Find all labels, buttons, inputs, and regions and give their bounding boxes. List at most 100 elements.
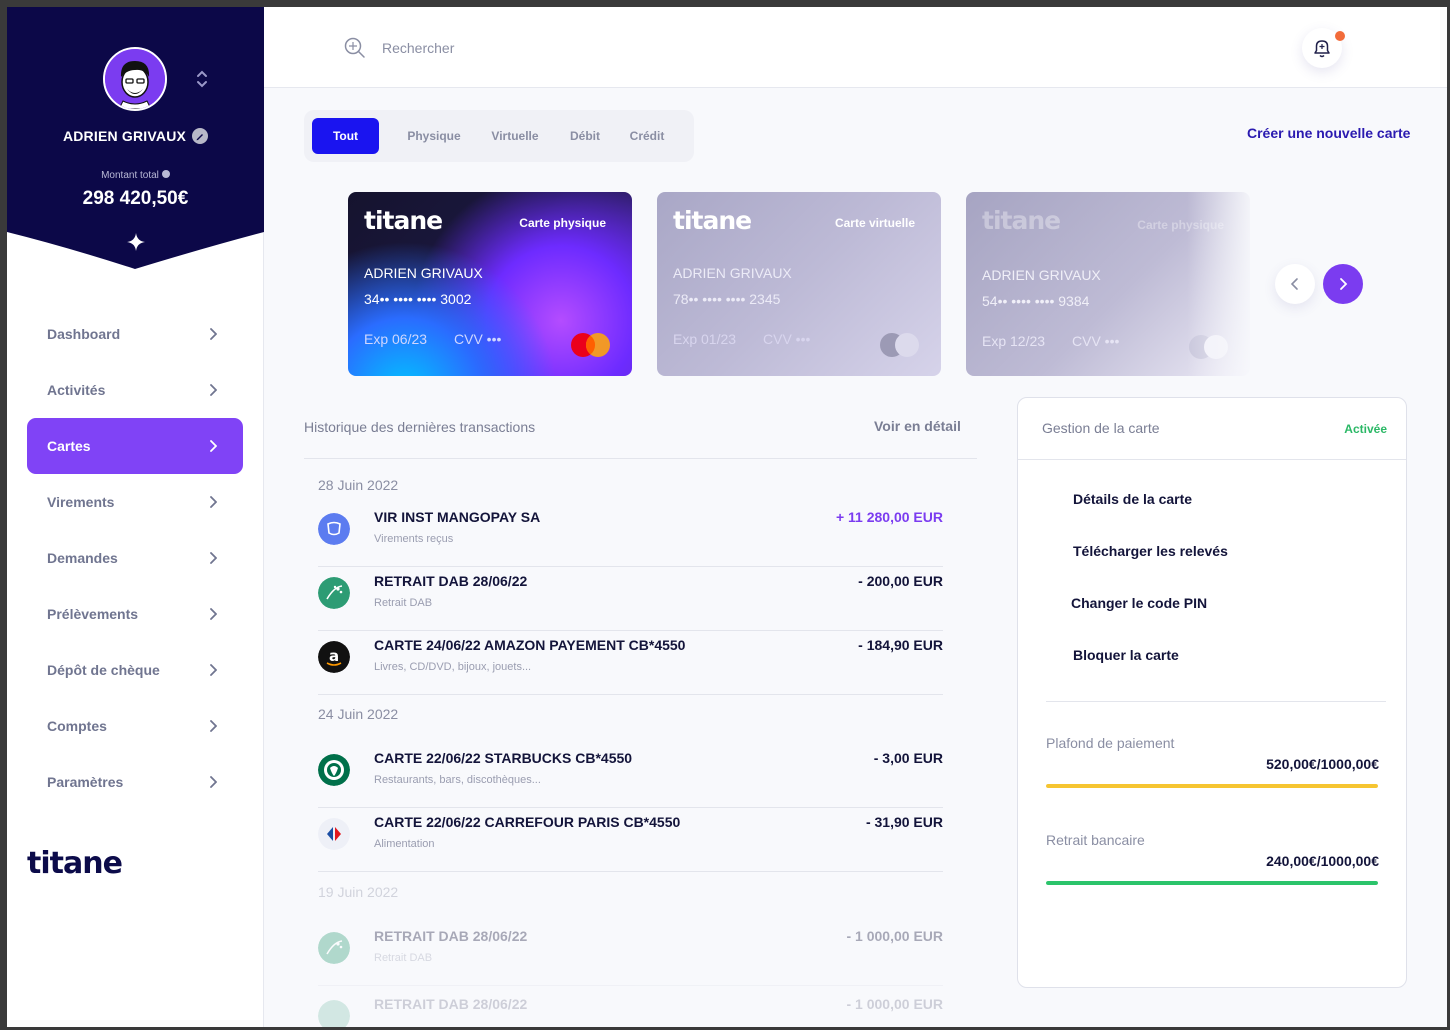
nav-item-demandes[interactable]: Demandes xyxy=(27,530,243,586)
chevron-right-icon xyxy=(210,552,217,564)
mastercard-icon xyxy=(571,333,610,357)
account-switch-icon[interactable] xyxy=(194,69,210,89)
card-expiry: Exp 12/23 xyxy=(982,333,1046,349)
chevron-right-icon xyxy=(210,720,217,732)
search-input[interactable] xyxy=(382,37,782,59)
transaction-row[interactable]: RETRAIT DAB 28/06/22 Retrait DAB - 200,0… xyxy=(318,567,943,631)
transaction-name: RETRAIT DAB 28/06/22 xyxy=(374,928,528,944)
nav-item-prelevements[interactable]: Prélèvements xyxy=(27,586,243,642)
card-filter-tabs: Tout Physique Virtuelle Débit Crédit xyxy=(304,110,694,162)
date-header: 28 Juin 2022 xyxy=(318,477,399,493)
nav-item-activites[interactable]: Activités xyxy=(27,362,243,418)
svg-text:a: a xyxy=(329,647,339,665)
notification-badge xyxy=(1335,31,1345,41)
transaction-row[interactable]: a CARTE 24/06/22 AMAZON PAYEMENT CB*4550… xyxy=(318,631,943,695)
card-number: 34•• •••• •••• 3002 xyxy=(364,291,472,307)
chevron-right-icon xyxy=(210,664,217,676)
carrefour-icon xyxy=(318,818,350,850)
transaction-row[interactable]: RETRAIT DAB 28/06/22 Retrait DAB - 1 000… xyxy=(318,922,943,986)
nav-item-label: Demandes xyxy=(47,550,118,566)
card-brand: titane xyxy=(364,206,443,235)
transaction-category: Livres, CD/DVD, bijoux, jouets... xyxy=(374,661,532,673)
transactions-list: 28 Juin 2022 VIR INST MANGOPAY SA Vireme… xyxy=(318,477,943,1027)
card-holder: ADRIEN GRIVAUX xyxy=(982,267,1101,283)
tab-credit[interactable]: Crédit xyxy=(622,118,672,154)
nav-item-label: Comptes xyxy=(47,718,107,734)
transaction-amount: - 3,00 EUR xyxy=(873,750,943,766)
tab-debit[interactable]: Débit xyxy=(560,118,610,154)
card-brand: titane xyxy=(982,206,1061,235)
bank-icon xyxy=(318,1000,350,1027)
transaction-amount: - 1 000,00 EUR xyxy=(846,996,944,1012)
transaction-row[interactable]: RETRAIT DAB 28/06/22 - 1 000,00 EUR xyxy=(318,990,943,1027)
tab-virtuelle[interactable]: Virtuelle xyxy=(482,118,548,154)
avatar[interactable] xyxy=(103,47,167,111)
nav-item-dashboard[interactable]: Dashboard xyxy=(27,306,243,362)
nav-item-label: Prélèvements xyxy=(47,606,139,622)
card-expiry: Exp 01/23 xyxy=(673,331,737,347)
transaction-name: CARTE 22/06/22 STARBUCKS CB*4550 xyxy=(374,750,633,766)
card-type: Carte physique xyxy=(519,216,606,230)
transaction-name: RETRAIT DAB 28/06/22 xyxy=(374,573,528,589)
nav-item-cartes[interactable]: Cartes xyxy=(27,418,243,474)
chevron-right-icon xyxy=(210,328,217,340)
chevron-right-icon xyxy=(210,440,217,452)
status-badge: Activée xyxy=(1344,422,1387,436)
transactions-title: Historique des dernières transactions xyxy=(304,419,536,435)
card-type: Carte virtuelle xyxy=(834,216,915,230)
card-number: 78•• •••• •••• 2345 xyxy=(673,291,781,307)
card-virtual-2345[interactable]: titane Carte virtuelle ADRIEN GRIVAUX 78… xyxy=(657,192,941,376)
nav-item-label: Virements xyxy=(47,494,115,510)
tab-tout[interactable]: Tout xyxy=(312,118,379,154)
main-nav: Dashboard Activités Cartes Virements Demande… xyxy=(27,306,243,810)
chevron-right-icon xyxy=(210,384,217,396)
carousel-fade xyxy=(1187,187,1277,382)
nav-item-parametres[interactable]: Paramètres xyxy=(27,754,243,810)
payment-limit-fill xyxy=(1046,784,1378,788)
payment-limit-bar xyxy=(1046,784,1378,788)
divider xyxy=(1046,701,1386,702)
edit-icon[interactable] xyxy=(192,128,209,144)
date-header: 24 Juin 2022 xyxy=(318,706,399,722)
transaction-row[interactable]: VIR INST MANGOPAY SA Virements reçus + 1… xyxy=(318,503,943,567)
sparkle-icon[interactable] xyxy=(126,232,146,252)
divider xyxy=(1018,459,1406,460)
sidebar: ADRIEN GRIVAUX Montant total 298 420,50€… xyxy=(7,7,264,1027)
amazon-icon: a xyxy=(318,641,350,673)
titane-logo: titane xyxy=(27,846,123,881)
nav-item-label: Activités xyxy=(47,382,106,398)
nav-item-label: Dashboard xyxy=(47,326,121,342)
withdrawal-limit-bar xyxy=(1046,881,1378,885)
create-card-link[interactable]: Créer une nouvelle carte xyxy=(1247,125,1410,141)
card-details-button[interactable]: Détails de la carte xyxy=(1073,491,1192,507)
search-icon[interactable] xyxy=(344,37,366,59)
total-amount: 298 420,50€ xyxy=(82,188,189,209)
transaction-name: VIR INST MANGOPAY SA xyxy=(374,509,541,525)
divider xyxy=(304,458,977,459)
tab-physique[interactable]: Physique xyxy=(398,118,470,154)
nav-item-comptes[interactable]: Comptes xyxy=(27,698,243,754)
block-card-button[interactable]: Bloquer la carte xyxy=(1073,647,1179,663)
payment-limit-value: 520,00€/1000,00€ xyxy=(1266,756,1379,772)
transaction-amount: - 31,90 EUR xyxy=(865,814,943,830)
app-window: ADRIEN GRIVAUX Montant total 298 420,50€… xyxy=(7,7,1447,1027)
transaction-category: Retrait DAB xyxy=(374,597,433,609)
nav-item-depot-de-cheque[interactable]: Dépôt de chèque xyxy=(27,642,243,698)
card-physical-3002[interactable]: titane Carte physique ADRIEN GRIVAUX 34•… xyxy=(348,192,632,376)
bank-icon xyxy=(318,577,350,609)
nav-item-label: Paramètres xyxy=(47,774,124,790)
change-pin-button[interactable]: Changer le code PIN xyxy=(1071,595,1207,611)
card-cvv: CVV ••• xyxy=(454,331,502,347)
mastercard-icon xyxy=(880,333,919,357)
chevron-right-icon xyxy=(210,496,217,508)
transaction-category: Alimentation xyxy=(374,838,435,850)
download-statements-button[interactable]: Télécharger les relevés xyxy=(1073,543,1228,559)
chevron-left-icon xyxy=(1290,278,1298,290)
transaction-row[interactable]: CARTE 22/06/22 STARBUCKS CB*4550 Restaur… xyxy=(318,744,943,808)
profile-header: ADRIEN GRIVAUX Montant total 298 420,50€ xyxy=(7,7,264,297)
nav-item-virements[interactable]: Virements xyxy=(27,474,243,530)
carousel-next-button[interactable] xyxy=(1323,264,1363,304)
transaction-row[interactable]: CARTE 22/06/22 CARREFOUR PARIS CB*4550 A… xyxy=(318,808,943,872)
carousel-prev-button[interactable] xyxy=(1275,264,1315,304)
see-details-link[interactable]: Voir en détail xyxy=(874,418,961,434)
